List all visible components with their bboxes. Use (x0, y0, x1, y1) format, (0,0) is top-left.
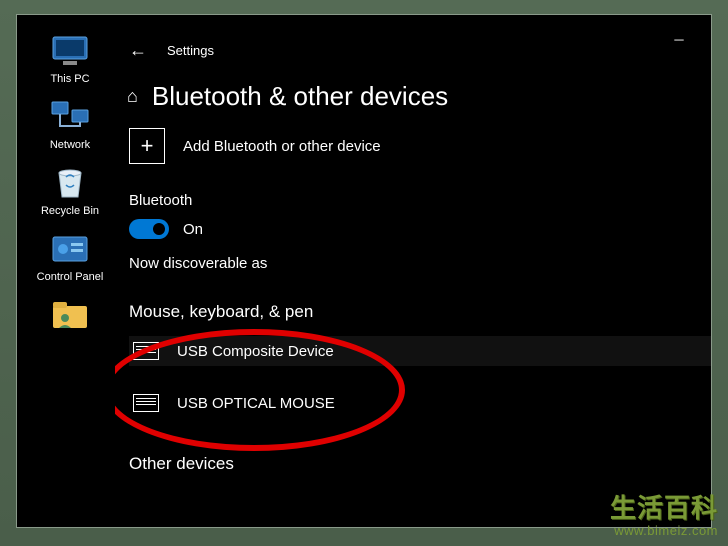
home-icon[interactable]: ⌂ (127, 86, 138, 107)
desktop-icon-label: Recycle Bin (25, 205, 115, 217)
recycle-bin-icon (50, 165, 90, 201)
category-other-devices: Other devices (129, 454, 711, 474)
desktop-icon-user[interactable] (25, 297, 115, 333)
user-folder-icon (50, 297, 90, 333)
photo-frame: This PC Network (0, 0, 728, 546)
settings-content: + Add Bluetooth or other device Bluetoot… (115, 128, 711, 474)
control-panel-icon (50, 231, 90, 267)
desktop: This PC Network (25, 23, 115, 527)
page-title: Bluetooth & other devices (152, 81, 448, 112)
device-name: USB Composite Device (177, 343, 334, 360)
bluetooth-label: Bluetooth (129, 192, 711, 209)
back-button[interactable]: ← (129, 40, 159, 61)
titlebar: ← Settings (115, 31, 711, 69)
bluetooth-toggle-row: On (129, 219, 711, 239)
screen: This PC Network (25, 23, 711, 527)
device-row[interactable]: USB OPTICAL MOUSE (129, 388, 711, 418)
desktop-icon-label: This PC (25, 73, 115, 85)
desktop-icon-this-pc[interactable]: This PC (25, 33, 115, 85)
desktop-icon-network[interactable]: Network (25, 99, 115, 151)
desktop-icon-control-panel[interactable]: Control Panel (25, 231, 115, 283)
bluetooth-toggle[interactable] (129, 219, 169, 239)
add-device-label: Add Bluetooth or other device (183, 138, 381, 155)
add-device-button[interactable]: + Add Bluetooth or other device (129, 128, 711, 164)
this-pc-icon (50, 33, 90, 69)
category-mouse-keyboard-pen: Mouse, keyboard, & pen (129, 302, 711, 322)
bluetooth-toggle-state: On (183, 221, 203, 238)
desktop-icon-recycle-bin[interactable]: Recycle Bin (25, 165, 115, 217)
keyboard-icon (133, 342, 159, 360)
screen-border: This PC Network (16, 14, 712, 528)
minimize-button[interactable]: ─ (657, 23, 701, 55)
maximize-button[interactable] (701, 23, 711, 55)
app-title: Settings (167, 43, 214, 58)
settings-window: ─ ← Settings ⌂ Bluetooth & other devices… (115, 23, 711, 527)
keyboard-icon (133, 394, 159, 412)
desktop-icon-label: Control Panel (25, 271, 115, 283)
desktop-icon-label: Network (25, 139, 115, 151)
device-name: USB OPTICAL MOUSE (177, 395, 335, 412)
discoverable-text: Now discoverable as (129, 255, 711, 272)
plus-icon: + (129, 128, 165, 164)
window-controls: ─ (657, 23, 711, 55)
device-row[interactable]: USB Composite Device (129, 336, 711, 366)
network-icon (50, 99, 90, 135)
page-header: ⌂ Bluetooth & other devices (115, 69, 711, 118)
